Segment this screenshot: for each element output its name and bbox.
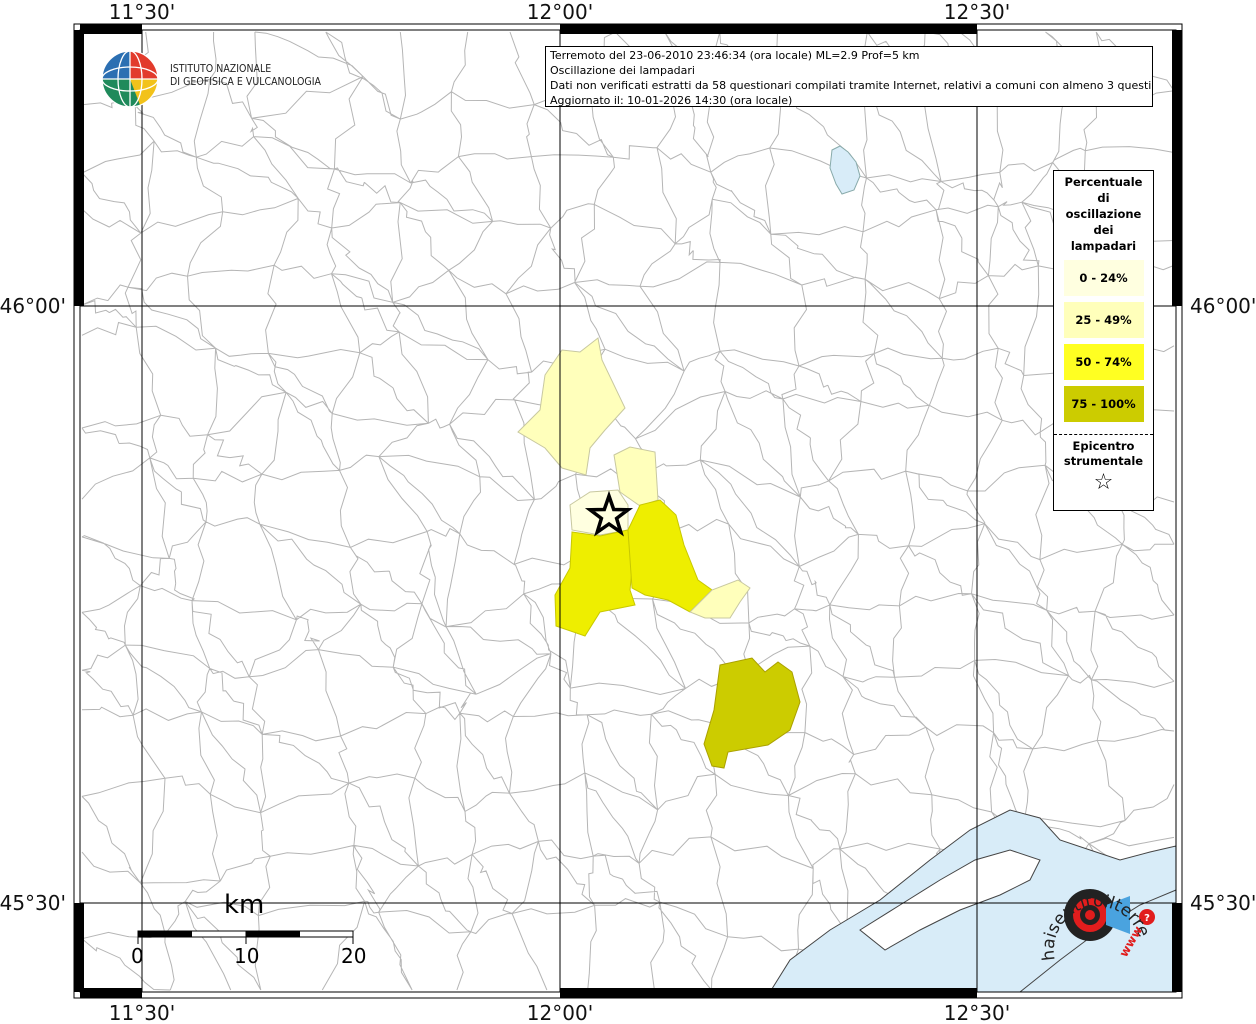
lat-label-left-4600: 46°00' bbox=[0, 294, 66, 318]
ingv-logo-line1: ISTITUTO NAZIONALE bbox=[170, 63, 272, 75]
scale-tick-0: 0 bbox=[131, 944, 144, 968]
lat-label-left-4530: 45°30' bbox=[0, 891, 66, 915]
lon-label-bottom-1230: 12°30' bbox=[944, 1001, 1010, 1024]
legend-epicenter-label: Epicentro strumentale bbox=[1063, 439, 1144, 468]
ingv-logo-text: ISTITUTO NAZIONALE DI GEOFISICA E VULCAN… bbox=[170, 63, 321, 89]
event-info-box: Terremoto del 23-06-2010 23:46:34 (ora l… bbox=[545, 46, 1153, 107]
legend-epicenter-star-icon: ☆ bbox=[1093, 470, 1114, 495]
legend-label-25-49: 25 - 49% bbox=[1075, 313, 1132, 327]
legend-swatch-0-24: 0 - 24% bbox=[1063, 260, 1144, 296]
legend: Percentuale di oscillazione dei lampadar… bbox=[1053, 170, 1154, 511]
ingv-logo-icon bbox=[101, 50, 159, 108]
scale-tick-20: 20 bbox=[341, 944, 367, 968]
lat-label-right-4600: 46°00' bbox=[1190, 294, 1256, 318]
scale-unit: km bbox=[224, 890, 265, 920]
lon-label-top-1230: 12°30' bbox=[944, 0, 1010, 24]
legend-swatch-50-74: 50 - 74% bbox=[1063, 344, 1144, 380]
event-info-line2: Oscillazione dei lampadari bbox=[550, 64, 695, 77]
lon-label-bottom-1200: 12°00' bbox=[527, 1001, 593, 1024]
legend-swatch-25-49: 25 - 49% bbox=[1063, 302, 1144, 338]
lon-label-top-1130: 11°30' bbox=[109, 0, 175, 24]
legend-swatch-75-100: 75 - 100% bbox=[1063, 386, 1144, 422]
lon-label-bottom-1130: 11°30' bbox=[109, 1001, 175, 1024]
ingv-logo-line2: DI GEOFISICA E VULCANOLOGIA bbox=[170, 76, 322, 88]
intensity-map: 11°30' 12°00' 12°30' 11°30' 12°00' 12°30… bbox=[0, 0, 1256, 1024]
event-info-line4: Aggiornato il: 10-01-2026 14:30 (ora loc… bbox=[550, 94, 793, 107]
legend-label-50-74: 50 - 74% bbox=[1075, 355, 1132, 369]
lon-label-top-1200: 12°00' bbox=[527, 0, 593, 24]
event-info-line1: Terremoto del 23-06-2010 23:46:34 (ora l… bbox=[550, 49, 920, 62]
lat-label-right-4530: 45°30' bbox=[1190, 891, 1256, 915]
event-info-line3: Dati non verificati estratti da 58 quest… bbox=[550, 79, 1153, 92]
legend-label-75-100: 75 - 100% bbox=[1071, 397, 1136, 411]
legend-label-0-24: 0 - 24% bbox=[1079, 271, 1128, 285]
scale-tick-10: 10 bbox=[234, 944, 260, 968]
legend-title: Percentuale di oscillazione dei lampadar… bbox=[1064, 175, 1143, 253]
